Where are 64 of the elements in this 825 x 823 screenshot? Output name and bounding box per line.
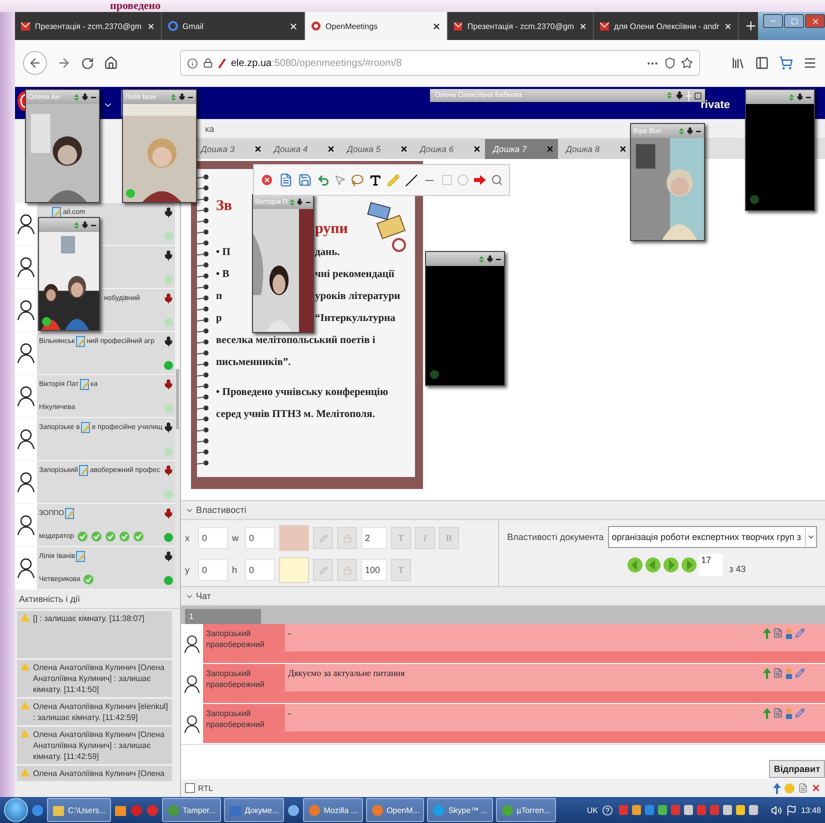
slide-text: п xyxy=(216,290,224,302)
slide-text: чні рекомендації xyxy=(315,268,394,280)
browser-tab[interactable]: OpenMeetings xyxy=(304,12,448,40)
whiteboard-tab[interactable]: Дошка 5 xyxy=(339,139,412,159)
page-count: з 43 xyxy=(729,564,746,574)
field-label: x xyxy=(185,533,190,543)
message-text: - xyxy=(285,624,763,663)
slide-title: Зв xyxy=(216,198,234,215)
slide-text: • В xyxy=(216,268,230,280)
slide-text: дань. xyxy=(315,246,340,258)
panel-title: Чат xyxy=(196,591,211,601)
slide-text: р xyxy=(216,312,223,324)
address-field[interactable]: ele.zp.ua:5080/openmeetings/#room/8 xyxy=(180,50,700,76)
slide-text: “Інтеркультурна xyxy=(315,312,396,324)
document-select[interactable]: організація роботи експертних творчих груп з xyxy=(608,526,817,548)
slide-text: • П xyxy=(216,246,232,258)
input-field[interactable]: 0 xyxy=(245,527,275,549)
slide-text: письменників”. xyxy=(216,356,291,368)
slide-title: рупи xyxy=(315,221,348,238)
field-label: y xyxy=(185,565,190,575)
panel-title: Властивості xyxy=(196,505,246,515)
slide-text: уроків літератури xyxy=(315,290,400,302)
page-field[interactable]: 17 xyxy=(699,554,724,576)
taskbar-button[interactable]: Skype™ ... xyxy=(427,798,493,822)
activity-text: [] : залишає кімнату. [11:38:07] xyxy=(33,613,144,624)
slide-text: веселка мелітопольський поетів і xyxy=(216,334,376,346)
whiteboard-tab[interactable]: Дошка 4 xyxy=(266,139,339,159)
panel-title: ка xyxy=(205,124,214,134)
activity-text: Олена Анатоліївна Кулинич [Олена Анатоліївна Кулинич] : залишає кімнату. [11:41:50] xyxy=(33,662,166,695)
activity-text: Олена Анатоліївна Кулинич [Олена xyxy=(33,768,164,779)
taskbar-button[interactable]: µTorren... xyxy=(496,798,556,822)
taskbar-button[interactable]: Докуме... xyxy=(224,798,284,822)
whiteboard-tab[interactable]: Дошка 6 xyxy=(412,139,485,159)
clock: 13:48 xyxy=(800,806,821,814)
input-field[interactable]: 0 xyxy=(245,559,275,581)
field-label: h xyxy=(232,565,238,575)
input-field[interactable]: 0 xyxy=(198,559,228,581)
taskbar-button[interactable]: Mozilla ... xyxy=(302,798,363,822)
taskbar-button[interactable]: Tamper... xyxy=(162,798,221,822)
message-text: - xyxy=(285,704,763,743)
input-field[interactable]: 2 xyxy=(361,527,387,549)
send-button[interactable]: Відправит xyxy=(768,760,825,778)
whiteboard-tab[interactable]: Дошка 8 xyxy=(558,139,631,159)
checkbox-label: RTL xyxy=(198,784,213,792)
input-field[interactable]: 0 xyxy=(198,527,228,549)
message-text: Дякуємо за актуальне питання xyxy=(285,664,763,703)
taskbar-button[interactable]: OpenM... xyxy=(366,798,424,822)
slide-text: • Проведено учнівську конференцію xyxy=(216,386,388,398)
message-author: Запорізький правобережний xyxy=(203,664,285,703)
whiteboard-tab[interactable]: Дошка 7 xyxy=(485,139,558,159)
language-indicator[interactable]: UK xyxy=(586,806,598,814)
activity-text: Олена Анатоліївна Кулинич [Олена Анатоліївна Кулинич] : залишає кімнату. [11:42:59] xyxy=(33,729,166,762)
message-field[interactable]: Відправит xyxy=(181,744,825,779)
room-type-label: rivate xyxy=(700,99,730,111)
message-author: Запорізький правобережний xyxy=(203,704,285,743)
message-author: Запорізький правобережний xyxy=(203,624,285,663)
slide-text: серед учнів ПТНЗ м. Мелітополя. xyxy=(216,408,375,420)
activity-text: Олена Анатоліївна Кулинич [elenkul] : залишає кімнату. [11:42:59] xyxy=(33,701,169,723)
slide-heading: проведено xyxy=(110,0,161,12)
panel-title: Активність і дії xyxy=(19,594,80,604)
field-label: Властивості документа xyxy=(507,532,604,542)
taskbar-button[interactable]: C:\Users... xyxy=(47,798,111,822)
input-field[interactable]: 100 xyxy=(361,559,387,581)
field-label: w xyxy=(232,533,240,543)
